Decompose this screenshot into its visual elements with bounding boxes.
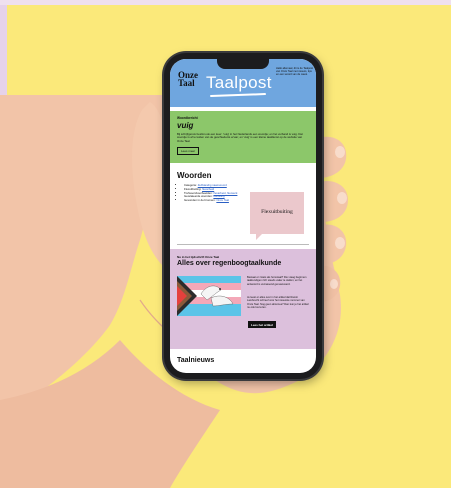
speech-bubble: Flexuitbuiting bbox=[250, 192, 304, 234]
smartphone: Onze Taal Taalpost Hallo allemaal, dit i… bbox=[164, 53, 322, 379]
bubble-word: Flexuitbuiting bbox=[261, 209, 293, 215]
artikel-text-2: Je leest er alles over in het artikel da… bbox=[247, 296, 309, 309]
speech-bubble-tail bbox=[256, 234, 262, 240]
lees-artikel-button[interactable]: Lees het artikel bbox=[248, 321, 276, 328]
phone-screen: Onze Taal Taalpost Hallo allemaal, dit i… bbox=[170, 59, 316, 373]
artikel-text-1: Bestaat er zoiets als homotaal? Die vraa… bbox=[247, 276, 307, 286]
list-item: Gevonden in de bronnen: Onze Taal bbox=[184, 198, 237, 203]
lees-meer-button[interactable]: Lees meer bbox=[177, 147, 200, 155]
fingernail-3 bbox=[335, 237, 345, 249]
divider bbox=[177, 244, 309, 245]
onze-taal-logo[interactable]: Onze Taal bbox=[178, 71, 198, 88]
newsletter-title: Taalpost bbox=[206, 73, 272, 92]
fingernail-1 bbox=[335, 146, 345, 158]
woordbericht-label: Woordbericht bbox=[177, 116, 198, 120]
header-intro-text: Hallo allemaal, dit is de Taalpost van O… bbox=[276, 67, 314, 77]
woorden-list: Categorie: Zelfstandig naamwoord Flexuit… bbox=[179, 183, 237, 203]
phone-notch bbox=[217, 59, 269, 69]
rainbow-birds-illustration[interactable] bbox=[177, 276, 241, 316]
woorden-link[interactable]: Onze Taal bbox=[216, 198, 229, 202]
artikel-label: Nu in het tijdschrift Onze Taal bbox=[177, 255, 220, 259]
artikel-title: Alles over regenboogtaalkunde bbox=[177, 260, 282, 267]
taalnieuws-heading: Taalnieuws bbox=[177, 357, 215, 364]
title-underline bbox=[209, 93, 267, 97]
artikel-block: Nu in het tijdschrift Onze Taal Alles ov… bbox=[170, 249, 316, 349]
fingernail-2 bbox=[337, 192, 347, 204]
woordbericht-word: vuig bbox=[177, 121, 194, 130]
woorden-heading: Woorden bbox=[177, 171, 212, 180]
woordbericht-block: Woordbericht vuig Bij schrijfgeruis besl… bbox=[170, 111, 316, 163]
fingernail-4 bbox=[330, 279, 338, 289]
woordbericht-text: Bij schrijfgeruis beslist ook een keer: … bbox=[177, 132, 303, 143]
